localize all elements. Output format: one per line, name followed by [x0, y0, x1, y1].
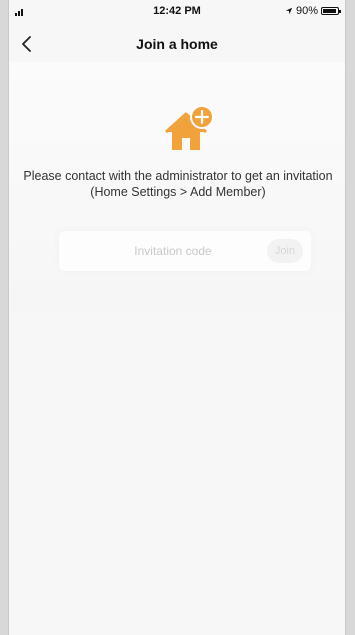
home-add-icon	[164, 105, 214, 150]
invitation-code-input[interactable]	[59, 231, 267, 271]
back-button[interactable]	[21, 30, 49, 58]
battery-fill	[323, 9, 336, 13]
invitation-code-field: Join	[59, 231, 311, 271]
phone-screen: 12:42 PM 90% Join a home Please contact …	[8, 0, 346, 635]
nav-bar: Join a home	[9, 26, 345, 62]
chevron-left-icon	[22, 36, 31, 52]
status-bar: 12:42 PM 90%	[9, 0, 345, 22]
status-time: 12:42 PM	[153, 5, 201, 17]
join-button[interactable]: Join	[267, 239, 303, 263]
join-home-content: Please contact with the administrator to…	[9, 62, 345, 312]
page-title: Join a home	[136, 36, 218, 52]
battery-icon	[321, 7, 341, 15]
instruction-text: Please contact with the administrator to…	[23, 169, 333, 199]
